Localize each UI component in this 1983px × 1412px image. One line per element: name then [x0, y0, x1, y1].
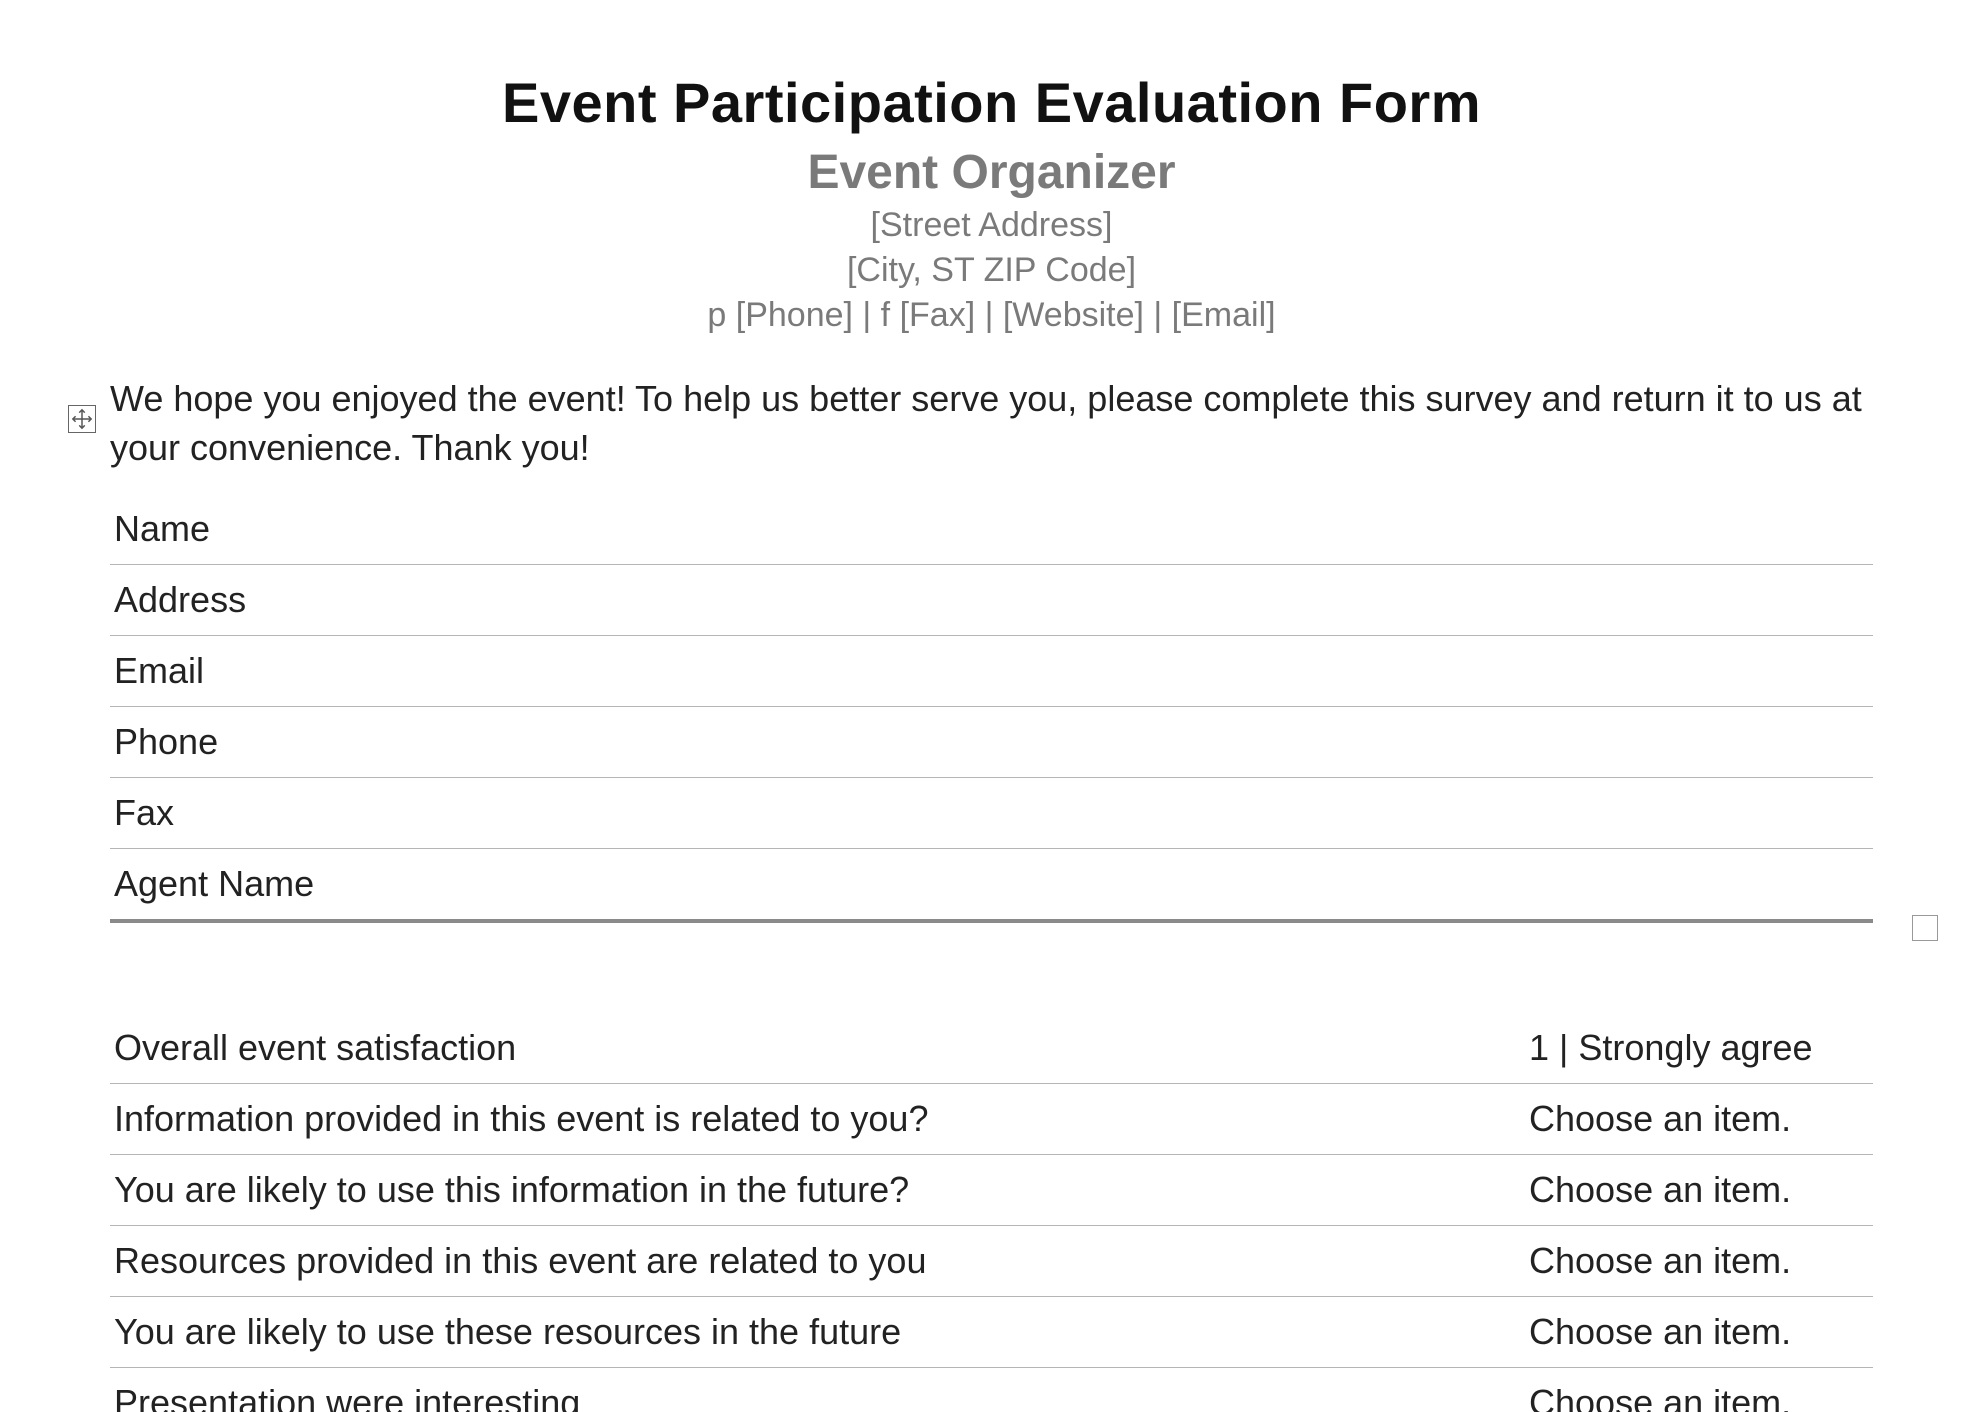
question-row-info-related: Information provided in this event is re…	[110, 1084, 1873, 1155]
field-row-name[interactable]: Name	[110, 494, 1873, 565]
city-state-zip: [City, ST ZIP Code]	[110, 251, 1873, 290]
field-row-fax[interactable]: Fax	[110, 778, 1873, 849]
question-dropdown[interactable]: Choose an item.	[1509, 1311, 1869, 1353]
question-dropdown[interactable]: Choose an item.	[1509, 1098, 1869, 1140]
street-address: [Street Address]	[110, 206, 1873, 245]
question-row-use-resources-future: You are likely to use these resources in…	[110, 1297, 1873, 1368]
question-dropdown[interactable]: Choose an item.	[1509, 1240, 1869, 1282]
field-row-email[interactable]: Email	[110, 636, 1873, 707]
move-handle-icon[interactable]	[68, 405, 96, 433]
document-header: Event Participation Evaluation Form Even…	[110, 70, 1873, 335]
field-row-phone[interactable]: Phone	[110, 707, 1873, 778]
organizer-subtitle: Event Organizer	[110, 145, 1873, 200]
question-label: You are likely to use these resources in…	[114, 1311, 1509, 1353]
field-row-agent-name[interactable]: Agent Name	[110, 849, 1873, 923]
question-label: You are likely to use this information i…	[114, 1169, 1509, 1211]
question-dropdown[interactable]: Choose an item.	[1509, 1382, 1869, 1412]
question-row-overall-satisfaction: Overall event satisfaction 1 | Strongly …	[110, 1013, 1873, 1084]
question-label: Overall event satisfaction	[114, 1027, 1509, 1069]
question-label: Resources provided in this event are rel…	[114, 1240, 1509, 1282]
question-label: Information provided in this event is re…	[114, 1098, 1509, 1140]
question-dropdown[interactable]: 1 | Strongly agree	[1509, 1027, 1869, 1069]
question-row-use-info-future: You are likely to use this information i…	[110, 1155, 1873, 1226]
question-dropdown[interactable]: Choose an item.	[1509, 1169, 1869, 1211]
contact-line: p [Phone] | f [Fax] | [Website] | [Email…	[110, 296, 1873, 335]
question-label: Presentation were interesting	[114, 1382, 1509, 1412]
page-title: Event Participation Evaluation Form	[110, 70, 1873, 135]
contact-fields-table: Name Address Email Phone Fax Agent Name	[110, 494, 1873, 923]
intro-paragraph: We hope you enjoyed the event! To help u…	[110, 375, 1873, 472]
question-row-resources-related: Resources provided in this event are rel…	[110, 1226, 1873, 1297]
field-row-address[interactable]: Address	[110, 565, 1873, 636]
document-page: Event Participation Evaluation Form Even…	[0, 0, 1983, 1412]
table-resize-handle-icon[interactable]	[1912, 915, 1938, 941]
question-row-presentation-interesting: Presentation were interesting Choose an …	[110, 1368, 1873, 1412]
questions-table: Overall event satisfaction 1 | Strongly …	[110, 1013, 1873, 1412]
